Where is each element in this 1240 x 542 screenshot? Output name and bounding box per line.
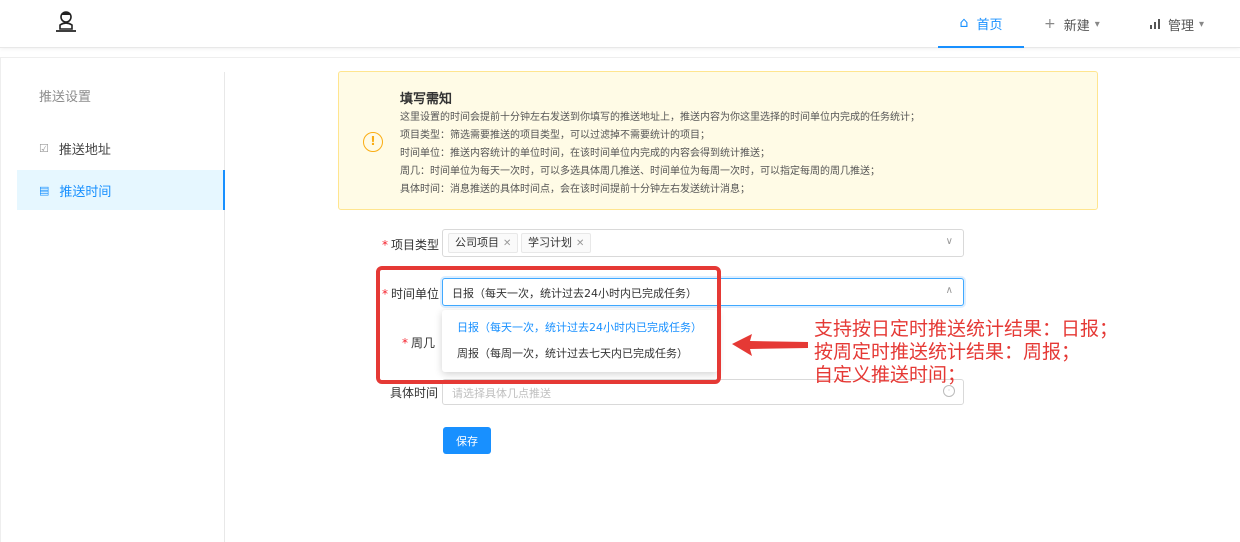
- save-button[interactable]: 保存: [443, 427, 491, 454]
- nav-manage-menu[interactable]: 管理 ▾: [1150, 0, 1204, 48]
- project-type-select[interactable]: 公司项目 ✕ 学习计划 ✕ ∨: [442, 229, 964, 257]
- notice-line: 项目类型：筛选需要推送的项目类型，可以过滤掉不需要统计的项目；: [400, 130, 710, 141]
- chevron-down-icon: ∨: [945, 236, 953, 247]
- sidebar-item-label: 推送时间: [59, 184, 112, 200]
- notice-line: 周几：时间单位为每天一次时，可以多选具体周几推送、时间单位为每周一次时，可以指定…: [400, 166, 880, 177]
- calendar-icon: ▤: [39, 183, 50, 197]
- nav-home[interactable]: ⌂ 首页: [938, 0, 1024, 48]
- tag-study-plan: 学习计划 ✕: [521, 233, 592, 253]
- chevron-down-icon: ▾: [1094, 18, 1100, 30]
- annotation-line: 自定义推送时间；: [814, 364, 967, 386]
- specific-time-placeholder: 请选择具体几点推送: [452, 387, 551, 400]
- warning-icon: !: [363, 132, 383, 152]
- notice-title: 填写需知: [400, 92, 453, 107]
- tag-company-project: 公司项目 ✕: [448, 233, 519, 253]
- notice-line: 这里设置的时间会提前十分钟左右发送到你填写的推送地址上，推送内容为你这里选择的时…: [400, 112, 920, 123]
- settings-sidebar: 推送设置 ☑ 推送地址 ▤ 推送时间: [17, 72, 225, 542]
- nav-home-label: 首页: [976, 17, 1003, 33]
- specific-time-label: 具体时间: [390, 386, 439, 400]
- close-icon[interactable]: ✕: [576, 238, 584, 249]
- chevron-up-icon: ∧: [945, 285, 953, 296]
- top-nav-bar: ⌂ 首页 + 新建 ▾ 管理 ▾: [0, 0, 1240, 48]
- nav-manage-label: 管理: [1168, 18, 1195, 34]
- highlight-box: [376, 266, 721, 384]
- bar-chart-icon: [1150, 19, 1160, 29]
- notice-line: 时间单位：推送内容统计的单位时间，在该时间单位内完成的内容会得到统计推送；: [400, 148, 770, 159]
- annotation-line: 支持按日定时推送统计结果：日报；: [814, 318, 1119, 340]
- home-icon: ⌂: [959, 15, 969, 31]
- notice-box: ! 填写需知 这里设置的时间会提前十分钟左右发送到你填写的推送地址上，推送内容为…: [338, 71, 1098, 210]
- annotation-arrow-icon: [732, 334, 808, 356]
- sidebar-title: 推送设置: [39, 90, 92, 105]
- chevron-down-icon: ▾: [1199, 18, 1205, 30]
- sidebar-item-label: 推送地址: [58, 142, 111, 158]
- sidebar-item-push-address[interactable]: ☑ 推送地址: [17, 128, 225, 168]
- annotation-text: 支持按日定时推送统计结果：日报； 按周定时推送统计结果：周报； 自定义推送时间；: [814, 318, 1118, 387]
- project-type-label: * 项目类型: [382, 238, 440, 252]
- notice-line: 具体时间：消息推送的具体时间点，会在该时间提前十分钟左右发送统计消息；: [400, 184, 750, 195]
- annotation-line: 按周定时推送统计结果：周报；: [814, 341, 1081, 363]
- nav-new-label: 新建: [1063, 18, 1090, 34]
- close-icon[interactable]: ✕: [503, 238, 511, 249]
- required-mark: *: [382, 238, 388, 252]
- logo-icon[interactable]: [52, 8, 80, 36]
- nav-new-menu[interactable]: + 新建 ▾: [1044, 0, 1100, 48]
- checkbox-icon: ☑: [39, 141, 49, 155]
- sidebar-item-push-time[interactable]: ▤ 推送时间: [17, 170, 225, 210]
- plus-icon: +: [1044, 16, 1056, 32]
